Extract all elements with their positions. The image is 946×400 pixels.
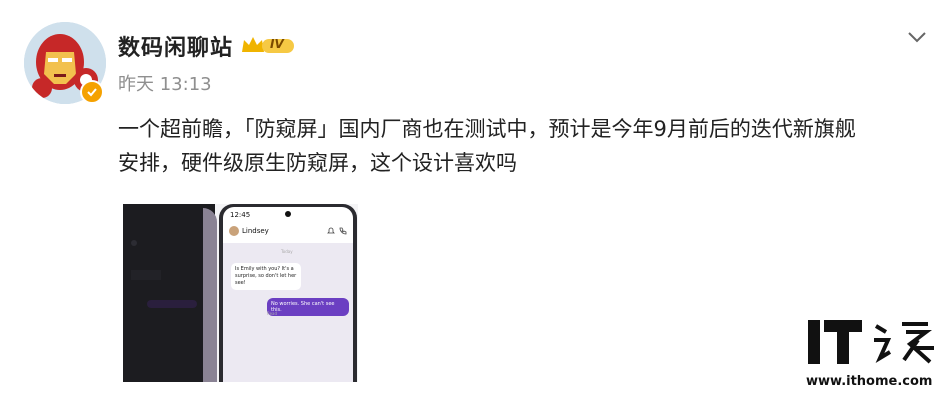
post-text-line: 安排，硬件级原生防窥屏，这个设计喜欢吗 (118, 151, 517, 175)
watermark-url: www.ithome.com (806, 374, 933, 389)
level-badge-text: IV (270, 37, 284, 51)
crown-icon (242, 37, 294, 53)
phone-privacy-mode (123, 204, 215, 382)
ithome-logo (806, 318, 938, 368)
outgoing-message: No worries. She can't see this. (267, 298, 349, 316)
chat-area: Today Is Emily with you? It's a surprise… (223, 243, 353, 382)
author-name[interactable]: 数码闲聊站 (118, 30, 233, 62)
read-label: Read (267, 311, 278, 316)
status-time: 12:45 (230, 211, 251, 219)
camera-icon (285, 211, 291, 217)
phone-call-icon (339, 227, 347, 235)
post-image[interactable]: 12:45 Lindsey Today Is Emily with you? I… (123, 204, 358, 382)
post-text-line: 一个超前瞻，「防窥屏」国内厂商也在测试中，预计是今年9月前后的迭代新旗舰 (118, 117, 856, 141)
post-timestamp: 昨天 13:13 (118, 74, 212, 95)
ithome-logo-icon (808, 320, 934, 364)
phone-screen: 12:45 Lindsey Today Is Emily with you? I… (223, 207, 353, 382)
post-text: 一个超前瞻，「防窥屏」国内厂商也在测试中，预计是今年9月前后的迭代新旗舰 安排，… (118, 112, 928, 180)
incoming-message: Is Emily with you? It's a surprise, so d… (231, 263, 301, 290)
verified-badge-icon (80, 80, 104, 104)
day-label: Today (281, 249, 293, 254)
phone-side-edge (203, 208, 217, 382)
bell-icon (327, 227, 335, 234)
contact-avatar (229, 226, 239, 236)
chevron-down-icon[interactable] (906, 26, 928, 48)
level-badge: IV (240, 34, 296, 56)
contact-name: Lindsey (242, 227, 269, 235)
chat-header: Lindsey (223, 221, 353, 241)
